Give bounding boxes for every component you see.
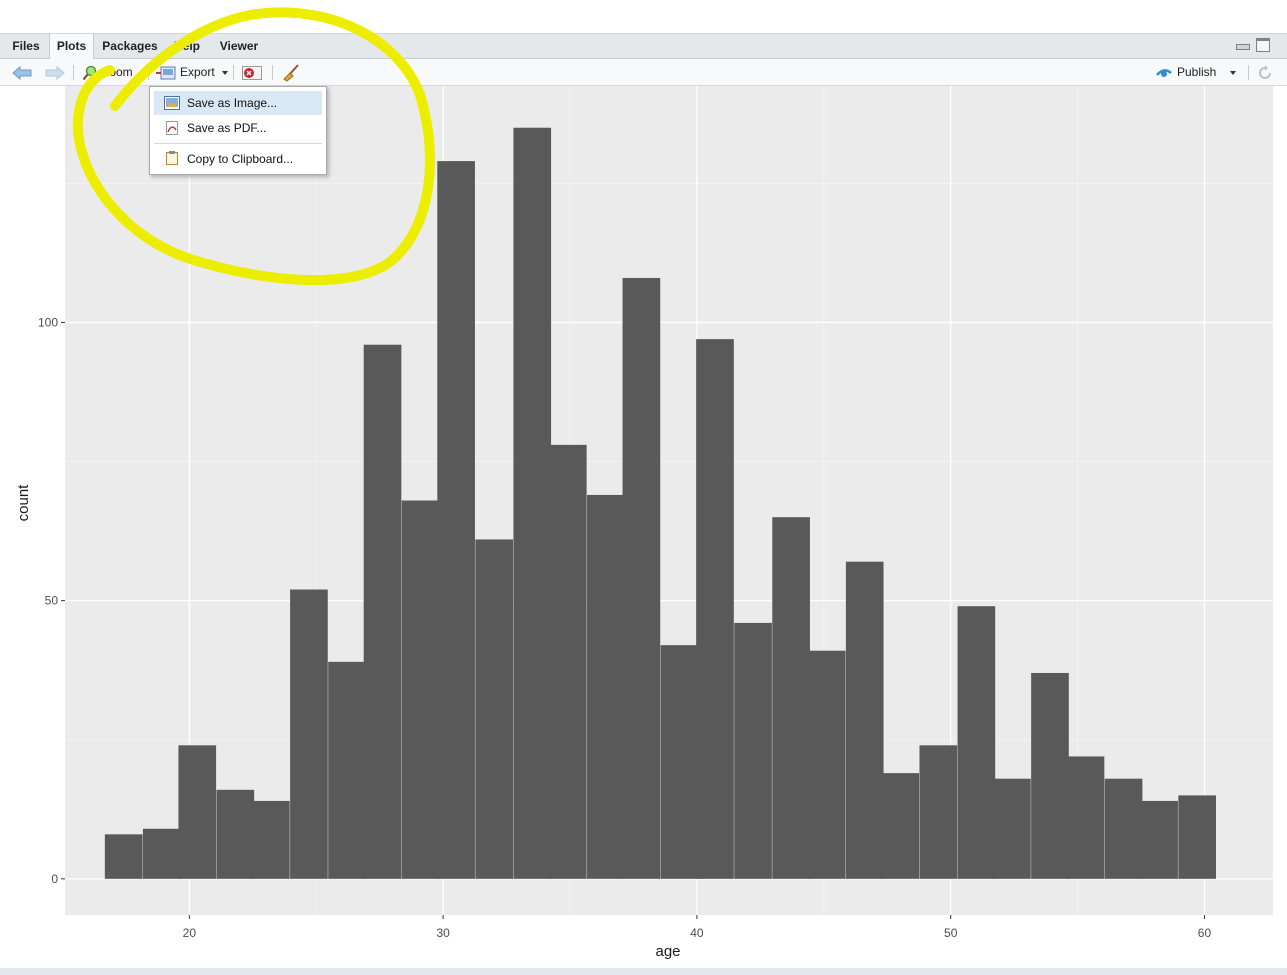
histogram-bar [919, 745, 958, 879]
broom-icon [283, 63, 299, 82]
histogram-bar [993, 778, 1031, 879]
y-tick-label: 50 [45, 594, 59, 608]
pdf-icon [166, 121, 178, 135]
save-as-image-menu-item[interactable]: Save as Image... [154, 91, 322, 115]
histogram-bar [1031, 672, 1069, 879]
histogram-plot: 0 50 100 20 30 40 50 60 age count [0, 86, 1287, 968]
zoom-button[interactable]: Zoom [82, 62, 133, 83]
histogram-bar [660, 645, 699, 879]
histogram-bar [178, 745, 217, 879]
histogram-bar [734, 622, 772, 879]
maximize-pane-icon[interactable] [1256, 38, 1270, 52]
histogram-bar [252, 800, 290, 879]
histogram-bar [437, 161, 475, 879]
histogram-bar [290, 589, 328, 879]
tab-packages[interactable]: Packages [98, 34, 162, 59]
x-tick-label: 40 [690, 926, 704, 940]
plots-toolbar: Zoom Export Publish [0, 59, 1287, 86]
histogram-bar [957, 606, 996, 879]
export-menu: Save as Image... Save as PDF... Copy to … [149, 86, 327, 175]
histogram-bar [1066, 756, 1105, 879]
tab-files[interactable]: Files [6, 34, 46, 59]
histogram-bar [845, 561, 884, 879]
pane-tab-bar: Files Plots Packages Help Viewer [0, 33, 1287, 60]
histogram-bar [772, 517, 810, 879]
histogram-bar [363, 344, 402, 879]
histogram-bar [587, 494, 625, 879]
clipboard-icon [166, 151, 178, 165]
menu-divider [154, 143, 322, 144]
minimize-pane-icon[interactable] [1236, 44, 1250, 50]
pane-bottom-border [0, 968, 1287, 975]
y-tick-label: 0 [51, 872, 58, 886]
histogram-bar [548, 444, 587, 879]
chevron-down-icon [221, 70, 228, 75]
histogram-bar [696, 339, 734, 879]
zoom-label: Zoom [102, 65, 133, 79]
image-icon [164, 96, 180, 110]
histogram-bar [1104, 778, 1143, 879]
histogram-bar [401, 500, 440, 879]
tab-viewer[interactable]: Viewer [212, 34, 266, 59]
back-arrow-icon[interactable] [12, 62, 32, 83]
copy-to-clipboard-menu-item[interactable]: Copy to Clipboard... [154, 147, 322, 171]
zoom-icon [82, 65, 97, 80]
histogram-bar [513, 127, 552, 879]
histogram-bar [807, 650, 846, 879]
y-axis-label: count [15, 484, 32, 522]
refresh-icon[interactable] [1257, 62, 1273, 83]
histogram-bar [1178, 795, 1216, 879]
tab-help[interactable]: Help [166, 34, 208, 59]
publish-button[interactable]: Publish [1155, 62, 1237, 83]
histogram-bar [104, 834, 143, 879]
remove-plot-button[interactable] [242, 62, 262, 83]
clear-all-plots-button[interactable] [282, 62, 300, 83]
export-label: Export [180, 65, 215, 79]
publish-label: Publish [1177, 65, 1217, 79]
histogram-bar [1140, 800, 1178, 879]
histogram-bar [622, 277, 661, 879]
x-tick-label: 30 [436, 926, 450, 940]
histogram-bar [881, 773, 920, 879]
publish-icon [1156, 68, 1172, 77]
tab-plots[interactable]: Plots [49, 34, 94, 60]
histogram-bar [328, 661, 366, 879]
export-icon [156, 66, 176, 79]
x-tick-label: 50 [944, 926, 958, 940]
save-as-pdf-menu-item[interactable]: Save as PDF... [154, 116, 322, 140]
x-tick-label: 20 [183, 926, 197, 940]
x-axis-label: age [655, 943, 680, 960]
x-tick-label: 60 [1198, 926, 1212, 940]
chevron-down-icon [1230, 70, 1237, 75]
remove-plot-icon [242, 65, 262, 80]
histogram-bar [216, 789, 255, 879]
export-button[interactable]: Export [156, 62, 228, 83]
forward-arrow-icon[interactable] [45, 62, 65, 83]
y-tick-label: 100 [38, 315, 58, 329]
histogram-bar [475, 539, 514, 879]
histogram-bar [142, 828, 181, 879]
